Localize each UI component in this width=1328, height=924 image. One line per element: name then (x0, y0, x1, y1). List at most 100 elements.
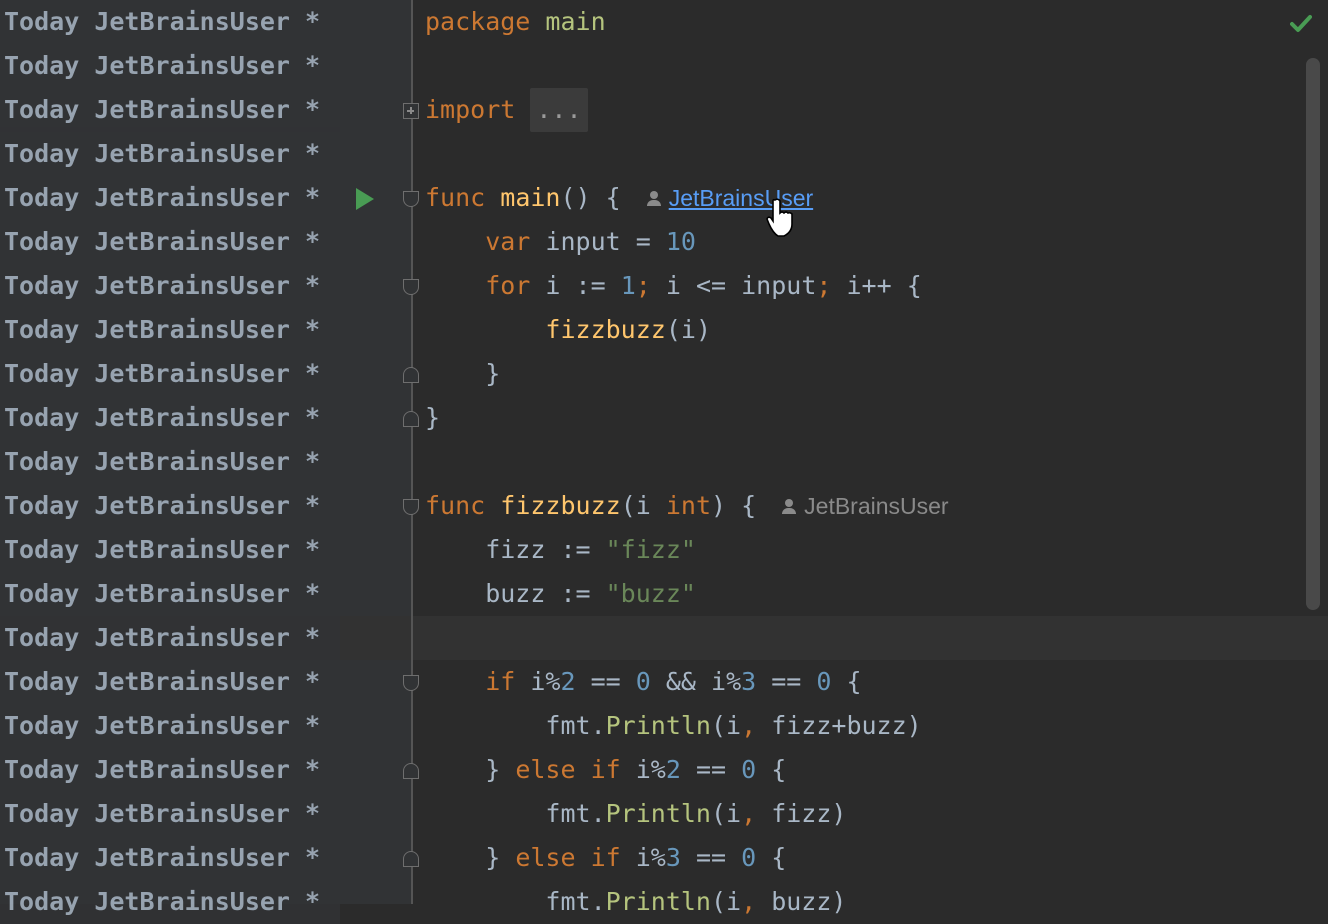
blame-annotation[interactable]: Today JetBrainsUser * (0, 440, 340, 484)
code-line[interactable]: Today JetBrainsUser * fizzbuzz(i) (0, 308, 1328, 352)
code-token: fmt. (425, 887, 606, 916)
annotation-date: Today (4, 315, 80, 344)
code-line[interactable]: Today JetBrainsUser * (0, 616, 1328, 660)
code-token: { (756, 755, 787, 784)
blame-annotation[interactable]: Today JetBrainsUser * (0, 88, 340, 132)
code-token: main (500, 183, 561, 212)
code-line[interactable]: Today JetBrainsUser * fmt.Println(i, fiz… (0, 704, 1328, 748)
blame-annotation[interactable]: Today JetBrainsUser * (0, 748, 340, 792)
annotation-author: JetBrainsUser (79, 535, 306, 564)
code-text: fizz := "fizz" (425, 528, 696, 572)
code-token: buzz) (771, 887, 847, 916)
vertical-scrollbar[interactable] (1306, 58, 1320, 610)
code-token: { (831, 667, 862, 696)
annotation-date: Today (4, 403, 80, 432)
annotation-date: Today (4, 183, 80, 212)
code-token: , (741, 799, 772, 828)
blame-annotation[interactable]: Today JetBrainsUser * (0, 880, 340, 924)
annotation-date: Today (4, 447, 80, 476)
annotation-author: JetBrainsUser (79, 799, 306, 828)
annotation-marker: * (305, 271, 321, 300)
annotation-author: JetBrainsUser (79, 183, 306, 212)
blame-annotation[interactable]: Today JetBrainsUser * (0, 396, 340, 440)
blame-annotation[interactable]: Today JetBrainsUser * (0, 352, 340, 396)
code-line[interactable]: Today JetBrainsUser * (0, 440, 1328, 484)
code-text: } else if i%3 == 0 { (425, 836, 786, 880)
code-line[interactable]: Today JetBrainsUser * func fizzbuzz(i int… (0, 484, 1328, 528)
fold-collapse-icon[interactable] (403, 279, 419, 295)
code-line[interactable]: Today JetBrainsUser * fmt.Println(i, buz… (0, 880, 1328, 924)
fold-end-icon[interactable] (403, 763, 419, 779)
code-token: (i) (665, 315, 711, 344)
code-text: } (425, 396, 440, 440)
blame-annotation[interactable]: Today JetBrainsUser * (0, 704, 340, 748)
blame-annotation[interactable]: Today JetBrainsUser * (0, 176, 340, 220)
checkmark-icon[interactable] (1290, 12, 1312, 34)
annotation-author: JetBrainsUser (79, 271, 306, 300)
annotation-date: Today (4, 623, 80, 652)
code-line[interactable]: Today JetBrainsUser * func main() {JetBra… (0, 176, 1328, 220)
annotation-author: JetBrainsUser (79, 843, 306, 872)
blame-annotation[interactable]: Today JetBrainsUser * (0, 616, 340, 660)
fold-expand-icon[interactable] (403, 103, 419, 119)
code-editor[interactable]: Today JetBrainsUser * package main Today J… (0, 0, 1328, 924)
fold-end-icon[interactable] (403, 411, 419, 427)
annotation-marker: * (305, 887, 321, 916)
code-token: } (425, 403, 441, 432)
blame-annotation[interactable]: Today JetBrainsUser * (0, 836, 340, 880)
code-line[interactable]: Today JetBrainsUser * fmt.Println(i, fiz… (0, 792, 1328, 836)
blame-annotation[interactable]: Today JetBrainsUser * (0, 660, 340, 704)
blame-annotation[interactable]: Today JetBrainsUser * (0, 44, 340, 88)
fold-collapse-icon[interactable] (403, 191, 419, 207)
annotation-marker: * (305, 51, 321, 80)
fold-end-icon[interactable] (403, 367, 419, 383)
annotation-date: Today (4, 359, 80, 388)
blame-annotation[interactable]: Today JetBrainsUser * (0, 0, 340, 44)
code-line[interactable]: Today JetBrainsUser * (0, 44, 1328, 88)
annotation-date: Today (4, 139, 80, 168)
fold-collapse-icon[interactable] (403, 499, 419, 515)
code-text: var input = 10 (425, 220, 696, 264)
code-line[interactable]: Today JetBrainsUser * var input = 10 (0, 220, 1328, 264)
code-token: (i (620, 491, 666, 520)
blame-annotation[interactable]: Today JetBrainsUser * (0, 132, 340, 176)
annotation-marker: * (305, 403, 321, 432)
code-line[interactable]: Today JetBrainsUser * (0, 132, 1328, 176)
code-token: i := (545, 271, 621, 300)
code-token: fizz+buzz) (771, 711, 922, 740)
blame-annotation[interactable]: Today JetBrainsUser * (0, 264, 340, 308)
code-line[interactable]: Today JetBrainsUser * if i%2 == 0 && i%3… (0, 660, 1328, 704)
code-token: (i (710, 887, 742, 916)
code-token: func (425, 183, 501, 212)
blame-annotation[interactable]: Today JetBrainsUser * (0, 484, 340, 528)
annotation-date: Today (4, 227, 80, 256)
code-token: && i% (650, 667, 742, 696)
fold-end-icon[interactable] (403, 851, 419, 867)
code-token: i++ { (846, 271, 922, 300)
run-icon[interactable] (356, 188, 374, 210)
code-line[interactable]: Today JetBrainsUser *} (0, 396, 1328, 440)
code-line[interactable]: Today JetBrainsUser * buzz := "buzz" (0, 572, 1328, 616)
code-line[interactable]: Today JetBrainsUser * fizz := "fizz" (0, 528, 1328, 572)
blame-annotation[interactable]: Today JetBrainsUser * (0, 308, 340, 352)
author-inlay-hint[interactable]: JetBrainsUser (782, 484, 949, 528)
code-line[interactable]: Today JetBrainsUser * for i := 1; i <= i… (0, 264, 1328, 308)
collapsed-imports[interactable]: ... (530, 88, 588, 132)
blame-annotation[interactable]: Today JetBrainsUser * (0, 528, 340, 572)
blame-annotation[interactable]: Today JetBrainsUser * (0, 792, 340, 836)
code-line[interactable]: Today JetBrainsUser * package main (0, 0, 1328, 44)
annotation-date: Today (4, 491, 80, 520)
annotation-marker: * (305, 139, 321, 168)
annotation-marker: * (305, 227, 321, 256)
code-token: 10 (665, 227, 696, 256)
code-line[interactable]: Today JetBrainsUser * import ... (0, 88, 1328, 132)
code-line[interactable]: Today JetBrainsUser * } else if i%2 == 0… (0, 748, 1328, 792)
fold-collapse-icon[interactable] (403, 675, 419, 691)
blame-annotation[interactable]: Today JetBrainsUser * (0, 572, 340, 616)
blame-annotation[interactable]: Today JetBrainsUser * (0, 220, 340, 264)
code-line[interactable]: Today JetBrainsUser * } else if i%3 == 0… (0, 836, 1328, 880)
annotation-author: JetBrainsUser (79, 579, 306, 608)
code-token: package (425, 7, 546, 36)
code-token: , (741, 711, 772, 740)
code-line[interactable]: Today JetBrainsUser * } (0, 352, 1328, 396)
